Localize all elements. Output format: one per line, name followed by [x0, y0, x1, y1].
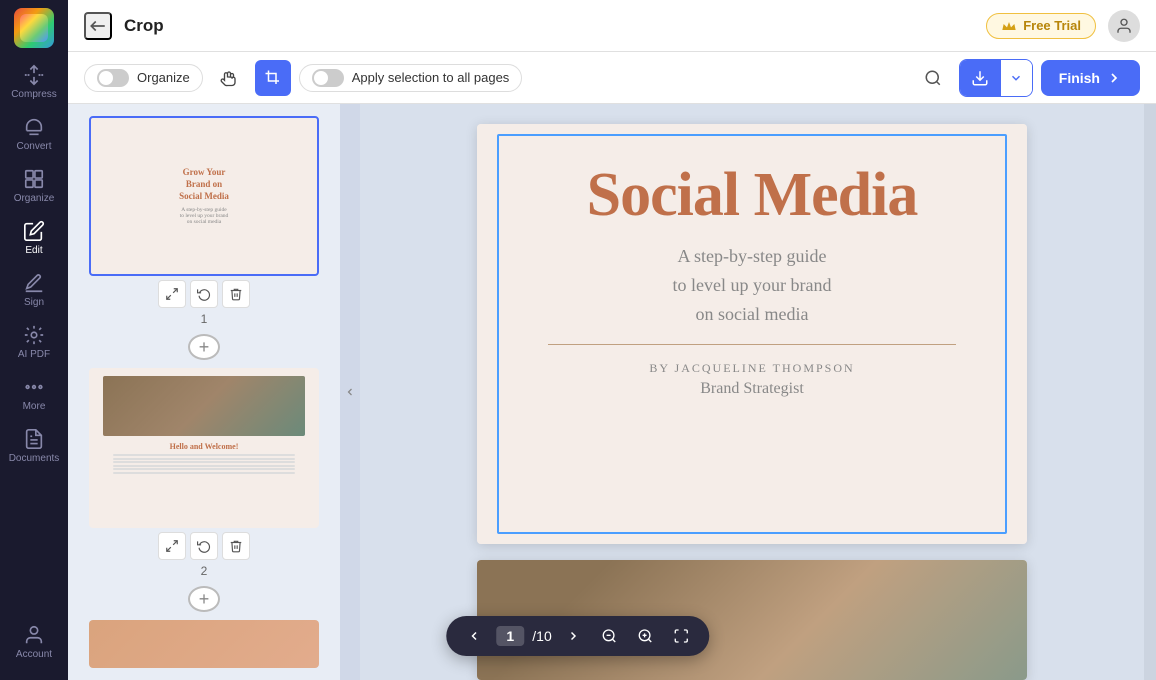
guide-line1: A step-by-step guide [678, 246, 827, 266]
free-trial-button[interactable]: Free Trial [986, 13, 1096, 39]
thumb-2-number: 2 [201, 564, 208, 578]
right-scrollbar [1144, 104, 1156, 680]
sidebar-documents-label: Documents [9, 453, 60, 464]
thumb-1-subtitle: A step-by-step guideto level up your bra… [180, 207, 229, 225]
apply-all-toggle[interactable]: Apply selection to all pages [299, 64, 523, 92]
canvas-area: Social Media A step-by-step guide to lev… [360, 104, 1144, 680]
sidebar-item-convert[interactable]: Convert [0, 108, 68, 160]
sidebar-item-account[interactable]: Account [0, 616, 68, 668]
crown-icon [1001, 18, 1017, 34]
sidebar-aipdf-label: AI PDF [18, 349, 50, 360]
app-logo[interactable] [14, 8, 54, 48]
pagination-bar: 1 /10 [446, 616, 709, 656]
working-area: Grow YourBrand onSocial Media A step-by-… [68, 104, 1156, 680]
download-dropdown-button[interactable] [1000, 60, 1032, 96]
guide-line3: on social media [696, 304, 809, 324]
download-button[interactable] [960, 60, 1000, 96]
thumb-2-expand-button[interactable] [158, 532, 186, 560]
apply-all-switch[interactable] [312, 69, 344, 87]
thumb-1-delete-button[interactable] [222, 280, 250, 308]
finish-button[interactable]: Finish [1041, 60, 1140, 96]
thumb-1-title: Grow YourBrand onSocial Media [179, 167, 229, 202]
free-trial-label: Free Trial [1023, 18, 1081, 33]
sidebar: Compress Convert Organize Edit Sign [0, 0, 68, 680]
thumb-container-2: Hello and Welcome! [89, 368, 319, 578]
crop-tool-button[interactable] [255, 60, 291, 96]
thumb-1-rotate-button[interactable] [190, 280, 218, 308]
sidebar-account-label: Account [16, 649, 52, 660]
sidebar-item-more[interactable]: More [0, 368, 68, 420]
thumb-1-number: 1 [201, 312, 208, 326]
download-group [959, 59, 1033, 97]
sidebar-item-compress[interactable]: Compress [0, 56, 68, 108]
fit-page-button[interactable] [668, 622, 696, 650]
sidebar-sign-label: Sign [24, 297, 44, 308]
back-button[interactable] [84, 12, 112, 40]
guide-line2: to level up your brand [673, 275, 832, 295]
thumbnail-2[interactable]: Hello and Welcome! [89, 368, 319, 528]
sidebar-edit-label: Edit [25, 245, 42, 256]
thumb-2-lines [113, 454, 295, 474]
sidebar-item-documents[interactable]: Documents [0, 420, 68, 472]
panel-collapse-handle[interactable] [340, 104, 360, 680]
add-page-button-1[interactable]: + [188, 334, 220, 360]
sidebar-more-label: More [23, 401, 46, 412]
topbar: Crop Free Trial [68, 0, 1156, 52]
page-social-title: Social Media [587, 164, 918, 226]
sidebar-item-ai-pdf[interactable]: AI PDF [0, 316, 68, 368]
page-total: /10 [532, 628, 551, 644]
page-current: 1 [496, 626, 524, 646]
page-divider [548, 344, 956, 345]
thumb-2-delete-button[interactable] [222, 532, 250, 560]
page-guide-text: A step-by-step guide to level up your br… [673, 242, 832, 328]
thumb-container-1: Grow YourBrand onSocial Media A step-by-… [89, 116, 319, 326]
organize-toggle[interactable]: Organize [84, 64, 203, 92]
next-page-button[interactable] [560, 622, 588, 650]
page-canvas-1: Social Media A step-by-step guide to lev… [477, 124, 1027, 544]
sidebar-convert-label: Convert [16, 141, 51, 152]
prev-page-button[interactable] [460, 622, 488, 650]
add-page-button-2[interactable]: + [188, 586, 220, 612]
thumb-2-rotate-button[interactable] [190, 532, 218, 560]
thumb-1-expand-button[interactable] [158, 280, 186, 308]
sidebar-item-sign[interactable]: Sign [0, 264, 68, 316]
page-title: Crop [124, 16, 974, 36]
page-author-role: Brand Strategist [700, 380, 804, 398]
thumbnail-panel: Grow YourBrand onSocial Media A step-by-… [68, 104, 340, 680]
search-button[interactable] [915, 60, 951, 96]
finish-label: Finish [1059, 70, 1100, 86]
toolbar: Organize Apply selection to all pages [68, 52, 1156, 104]
apply-all-label: Apply selection to all pages [352, 70, 510, 85]
main-content: Crop Free Trial Organize [68, 0, 1156, 680]
zoom-in-button[interactable] [632, 622, 660, 650]
organize-label: Organize [137, 70, 190, 85]
page-author: BY JACQUELINE THOMPSON [649, 361, 854, 376]
thumb-2-image [103, 376, 305, 436]
sidebar-organize-label: Organize [14, 193, 55, 204]
thumb-2-hello: Hello and Welcome! [170, 442, 239, 451]
sidebar-compress-label: Compress [11, 89, 57, 100]
thumb-1-actions [158, 280, 250, 308]
thumbnail-1[interactable]: Grow YourBrand onSocial Media A step-by-… [89, 116, 319, 276]
thumbnail-3-partial[interactable] [89, 620, 319, 668]
hand-tool-button[interactable] [211, 60, 247, 96]
organize-toggle-switch[interactable] [97, 69, 129, 87]
zoom-out-button[interactable] [596, 622, 624, 650]
sidebar-item-edit[interactable]: Edit [0, 212, 68, 264]
user-avatar[interactable] [1108, 10, 1140, 42]
sidebar-item-organize[interactable]: Organize [0, 160, 68, 212]
thumb-2-actions [158, 532, 250, 560]
